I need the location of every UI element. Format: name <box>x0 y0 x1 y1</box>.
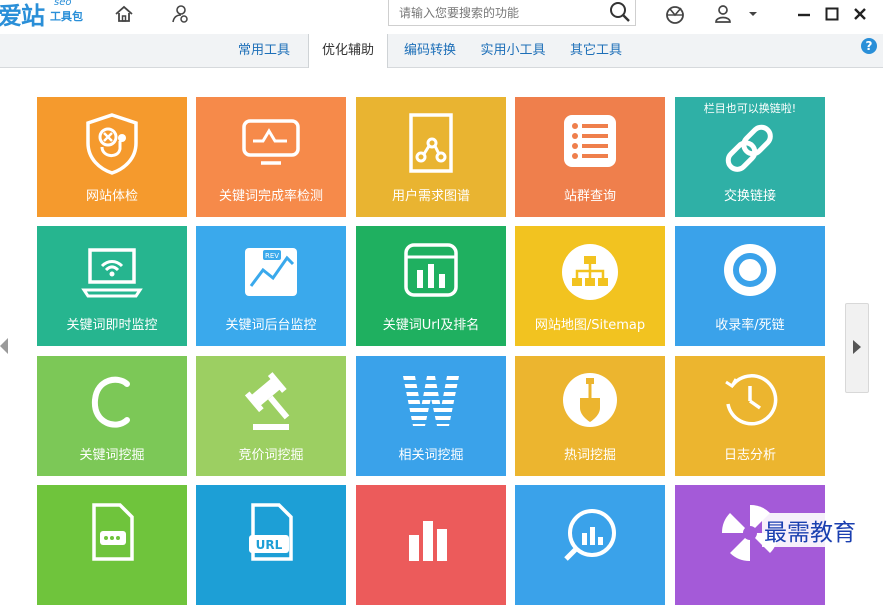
tile-user-demand-graph[interactable]: 用户需求图谱 <box>356 97 506 217</box>
next-page-arrow-icon <box>853 340 861 354</box>
letter-c-icon <box>37 370 187 440</box>
tile-label: 交换链接 <box>723 189 776 204</box>
minimize-icon[interactable] <box>791 2 817 26</box>
tab-bar: 常用工具 优化辅助 编码转换 实用小工具 其它工具 <box>0 34 883 68</box>
tile-magnifier-chart[interactable] <box>515 485 665 605</box>
help-icon[interactable]: ? <box>861 38 877 54</box>
dropdown-chevron-icon[interactable] <box>742 2 764 26</box>
tile-related-word-mining[interactable]: 相关词挖掘 <box>356 356 506 476</box>
tab-other-tools[interactable]: 其它工具 <box>560 34 632 67</box>
url-file-icon: URL <box>196 499 346 569</box>
next-page-button[interactable] <box>845 303 869 393</box>
search-icon[interactable] <box>609 1 631 23</box>
trend-map-icon: REV <box>196 240 346 310</box>
clock-icon <box>675 370 825 440</box>
list-icon <box>515 111 665 181</box>
tile-index-rate-deadlink[interactable]: 收录率/死链 <box>675 226 825 346</box>
tile-label: 关键词Url及排名 <box>382 318 480 333</box>
striped-w-icon <box>356 370 506 440</box>
chain-link-icon <box>675 111 825 181</box>
tile-keyword-background-monitor[interactable]: REV 关键词后台监控 <box>196 226 346 346</box>
prev-page-arrow-icon[interactable] <box>0 338 8 354</box>
monitor-chart-icon <box>196 111 346 181</box>
bar-chart-icon <box>356 499 506 569</box>
tile-label: 竞价词挖掘 <box>238 448 304 463</box>
maximize-icon[interactable] <box>819 2 845 26</box>
tile-hot-word-mining[interactable]: 热词挖掘 <box>515 356 665 476</box>
logo-seo-text: seo <box>54 0 72 8</box>
shovel-icon <box>515 370 665 440</box>
laptop-wifi-icon <box>37 240 187 310</box>
ring-icon <box>675 240 825 310</box>
tile-label: 网站体检 <box>85 189 138 204</box>
tile-label: 关键词后台监控 <box>225 318 317 333</box>
watermark: 最需教育 <box>762 513 858 547</box>
skin-icon[interactable] <box>662 2 688 26</box>
shield-doctor-icon <box>37 111 187 181</box>
tile-label: 收录率/死链 <box>715 318 785 333</box>
tile-bid-word-mining[interactable]: 竞价词挖掘 <box>196 356 346 476</box>
tab-utilities[interactable]: 实用小工具 <box>472 34 554 67</box>
sitemap-icon <box>515 240 665 310</box>
title-bar: 爱站 seo 工具包 <box>0 0 883 34</box>
tile-sitemap[interactable]: 网站地图/Sitemap <box>515 226 665 346</box>
gavel-icon <box>196 370 346 440</box>
svg-text:REV: REV <box>265 252 279 260</box>
file-dots-icon <box>37 499 187 569</box>
tile-log-analysis[interactable]: 日志分析 <box>675 356 825 476</box>
tab-common-tools[interactable]: 常用工具 <box>228 34 300 67</box>
tile-exchange-links[interactable]: 栏目也可以换链啦! 交换链接 <box>675 97 825 217</box>
search-box[interactable] <box>388 0 636 26</box>
bar-chart-card-icon <box>356 240 506 310</box>
tile-site-group-query[interactable]: 站群查询 <box>515 97 665 217</box>
tile-bar-chart[interactable] <box>356 485 506 605</box>
tile-keyword-mining[interactable]: 关键词挖掘 <box>37 356 187 476</box>
tile-label: 日志分析 <box>723 448 776 463</box>
magnifier-chart-icon <box>515 499 665 569</box>
svg-text:URL: URL <box>256 538 283 552</box>
tile-label: 用户需求图谱 <box>391 189 470 204</box>
tile-label: 站群查询 <box>563 189 616 204</box>
tile-label: 关键词完成率检测 <box>218 189 323 204</box>
tile-label: 关键词即时监控 <box>66 318 158 333</box>
tile-file-dots[interactable] <box>37 485 187 605</box>
home-icon[interactable] <box>111 2 137 26</box>
tab-encoding[interactable]: 编码转换 <box>394 34 466 67</box>
tile-label: 热词挖掘 <box>563 448 616 463</box>
close-icon[interactable] <box>847 2 873 26</box>
document-graph-icon <box>356 111 506 181</box>
tile-label: 相关词挖掘 <box>398 448 464 463</box>
tile-label: 关键词挖掘 <box>79 448 145 463</box>
logo-main-text: 爱站 <box>0 2 45 30</box>
user-manage-icon[interactable] <box>167 2 193 26</box>
tile-keyword-realtime-monitor[interactable]: 关键词即时监控 <box>37 226 187 346</box>
tile-keyword-url-rank[interactable]: 关键词Url及排名 <box>356 226 506 346</box>
tab-optimization[interactable]: 优化辅助 <box>308 34 388 68</box>
logo-sub-text: 工具包 <box>50 10 83 23</box>
account-icon[interactable] <box>710 2 736 26</box>
tile-site-checkup[interactable]: 网站体检 <box>37 97 187 217</box>
tile-label: 网站地图/Sitemap <box>534 318 646 333</box>
tile-url-file[interactable]: URL <box>196 485 346 605</box>
tile-keyword-completion[interactable]: 关键词完成率检测 <box>196 97 346 217</box>
search-input[interactable] <box>397 4 606 22</box>
